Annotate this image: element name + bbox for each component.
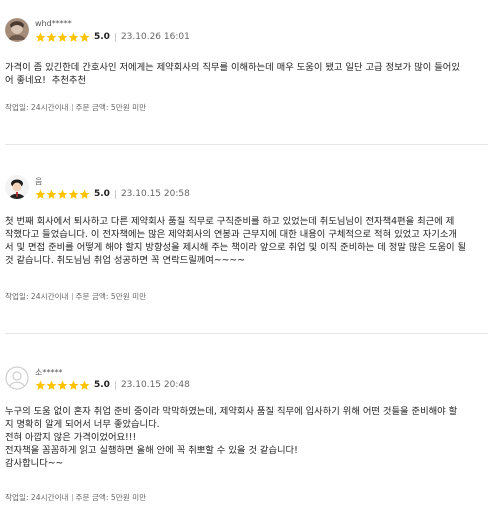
- star-icon: [46, 189, 57, 199]
- review-score: 5.0: [94, 189, 110, 199]
- rating-row: 5.0 23.10.15 20:58: [35, 187, 190, 201]
- divider: [114, 189, 116, 199]
- order-amount: 주문 금액: 5만원 미만: [75, 103, 147, 112]
- person-outline-icon: [5, 366, 29, 390]
- star-icon: [46, 380, 57, 390]
- divider: [114, 32, 116, 42]
- work-period: 작업일: 24시간이내: [5, 292, 69, 301]
- star-icon: [57, 380, 68, 390]
- review-date: 23.10.15 20:48: [120, 380, 190, 390]
- review-divider: [5, 333, 488, 334]
- avatar-photo-icon: [5, 175, 29, 199]
- review-username: whd*****: [35, 19, 72, 28]
- review-score: 5.0: [94, 32, 110, 42]
- review-username: 음: [35, 177, 43, 186]
- star-icon: [35, 380, 46, 390]
- star-icon: [46, 32, 57, 42]
- avatar[interactable]: [5, 366, 29, 390]
- star-icon: [68, 189, 79, 199]
- divider: [114, 380, 116, 390]
- review-divider: [5, 144, 488, 145]
- star-rating: [35, 189, 90, 200]
- avatar[interactable]: [5, 175, 29, 199]
- review-meta: 작업일: 24시간이내 주문 금액: 5만원 미만: [5, 102, 146, 113]
- review-date: 23.10.26 16:01: [120, 32, 190, 42]
- star-icon: [68, 32, 79, 42]
- review-text: 첫 번째 회사에서 퇴사하고 다른 제약회사 품질 직무로 구직준비를 하고 있…: [5, 216, 467, 266]
- star-icon: [57, 189, 68, 199]
- review-date: 23.10.15 20:58: [120, 189, 190, 199]
- divider: [71, 104, 73, 111]
- divider: [71, 494, 73, 501]
- rating-row: 5.0 23.10.26 16:01: [35, 30, 190, 44]
- review-text: 누구의 도움 없이 혼자 취업 준비 중이라 막막하였는데, 제약회사 품질 직…: [5, 406, 458, 469]
- star-icon: [79, 189, 90, 199]
- work-period: 작업일: 24시간이내: [5, 493, 69, 502]
- star-rating: [35, 32, 90, 43]
- review-score: 5.0: [94, 380, 110, 390]
- star-icon: [68, 380, 79, 390]
- star-rating: [35, 380, 90, 391]
- work-period: 작업일: 24시간이내: [5, 103, 69, 112]
- rating-row: 5.0 23.10.15 20:48: [35, 378, 190, 392]
- divider: [71, 293, 73, 300]
- review-username: 소*****: [35, 368, 63, 377]
- star-icon: [57, 32, 68, 42]
- star-icon: [35, 189, 46, 199]
- star-icon: [35, 32, 46, 42]
- star-icon: [79, 32, 90, 42]
- review-text: 가격이 좀 있긴한데 간호사인 저에게는 제약회사의 직무를 이해하는데 매우 …: [5, 62, 460, 86]
- avatar[interactable]: [5, 18, 29, 42]
- star-icon: [79, 380, 90, 390]
- review-meta: 작업일: 24시간이내 주문 금액: 5만원 미만: [5, 291, 146, 302]
- avatar-photo-icon: [5, 18, 29, 42]
- review-meta: 작업일: 24시간이내 주문 금액: 5만원 미만: [5, 492, 146, 503]
- order-amount: 주문 금액: 5만원 미만: [75, 292, 147, 301]
- order-amount: 주문 금액: 5만원 미만: [75, 493, 147, 502]
